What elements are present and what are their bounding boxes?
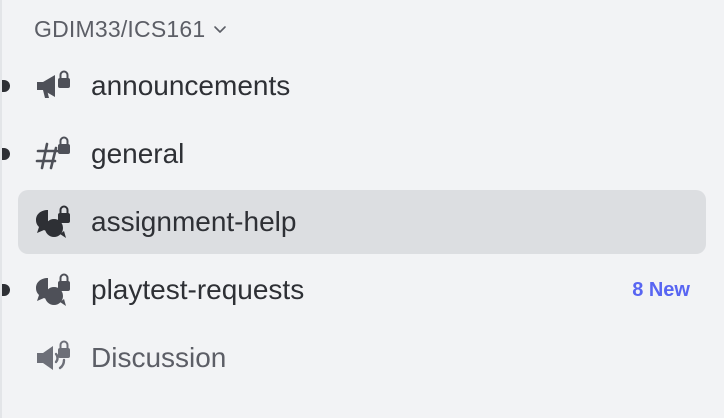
stage-lock-icon (37, 340, 70, 370)
new-messages-badge[interactable]: 8 New (632, 258, 690, 322)
channel-discussion[interactable]: Discussion (18, 326, 706, 390)
chevron-down-icon (214, 26, 227, 33)
channel-playtest-requests[interactable]: playtest-requests 8 New (2, 258, 706, 322)
channel-sidebar: GDIM33/ICS161 announcements general assi… (0, 0, 724, 418)
category-label: GDIM33/ICS161 (34, 15, 206, 42)
channel-label: assignment-help (91, 206, 297, 237)
channel-label: announcements (91, 70, 291, 101)
unread-indicator (2, 284, 10, 296)
announcement-lock-icon (37, 70, 70, 98)
channel-general[interactable]: general (2, 122, 706, 186)
category-header[interactable]: GDIM33/ICS161 (34, 14, 227, 44)
forum-lock-icon (36, 273, 70, 306)
channel-label: Discussion (91, 342, 227, 373)
channel-assignment-help[interactable]: assignment-help (18, 190, 706, 254)
unread-indicator (2, 148, 10, 160)
channel-announcements[interactable]: announcements (2, 54, 706, 118)
unread-indicator (2, 80, 10, 92)
channel-label: general (91, 138, 185, 169)
channel-label: playtest-requests (91, 274, 305, 305)
hashtag-lock-icon (35, 136, 70, 170)
forum-lock-icon (36, 205, 70, 238)
